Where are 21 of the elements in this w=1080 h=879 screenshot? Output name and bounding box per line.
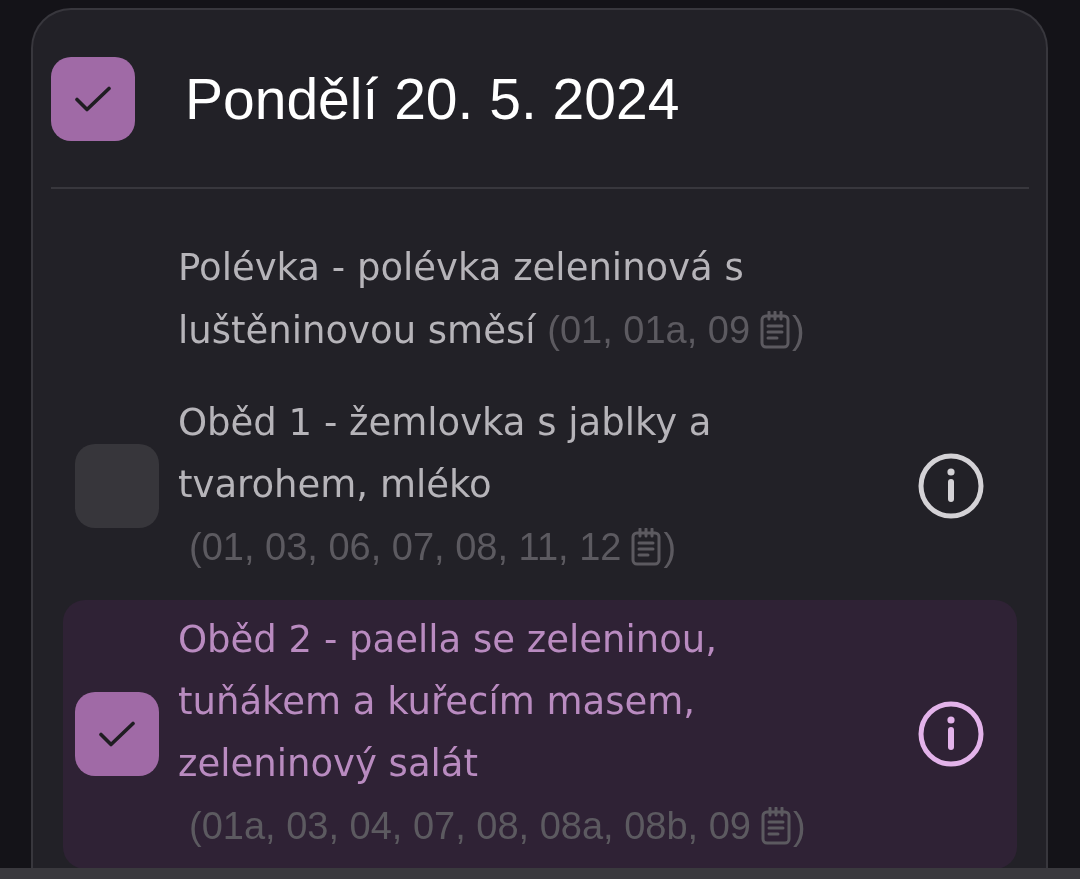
info-icon[interactable] — [918, 452, 984, 519]
allergen-codes: (01, 03, 06, 07, 08, 11, 12 — [189, 526, 622, 568]
soup-name: Polévka - polévka zeleninová s — [178, 246, 744, 289]
allergen-close: ) — [792, 309, 805, 351]
allergen-codes: (01, 01a, 09 — [547, 309, 751, 351]
day-checkbox[interactable] — [51, 57, 135, 141]
allergen-close: ) — [663, 526, 677, 568]
day-title: Pondělí 20. 5. 2024 — [185, 67, 680, 131]
checkmark-icon — [99, 719, 135, 748]
allergen-close: ) — [793, 805, 806, 847]
meal-name: Oběd 1 - žemlovka s jablky a tvarohem, mléko — [178, 400, 713, 508]
selected-meal-row[interactable]: Oběd 2 - paella se zeleninou, tuňákem a kuřecím masem, zeleninový salát (01a, 03, 04, 07, 08, 08a, 08b, 09 ) — [63, 600, 1017, 868]
info-icon[interactable] — [918, 700, 984, 767]
notepad-icon — [631, 528, 662, 566]
meal-checkbox[interactable] — [75, 691, 159, 776]
soup-name: luštěninovou směsí — [178, 309, 536, 352]
allergen-codes: (01a, 03, 04, 07, 08, 08a, 08b, 09 — [189, 805, 751, 847]
notepad-icon — [760, 311, 791, 349]
checkmark-icon — [75, 85, 111, 113]
meal-name: Oběd 2 - paella se zeleninou, tuňákem a kuřecím masem, zeleninový salát — [178, 617, 718, 787]
notepad-icon — [761, 807, 791, 845]
